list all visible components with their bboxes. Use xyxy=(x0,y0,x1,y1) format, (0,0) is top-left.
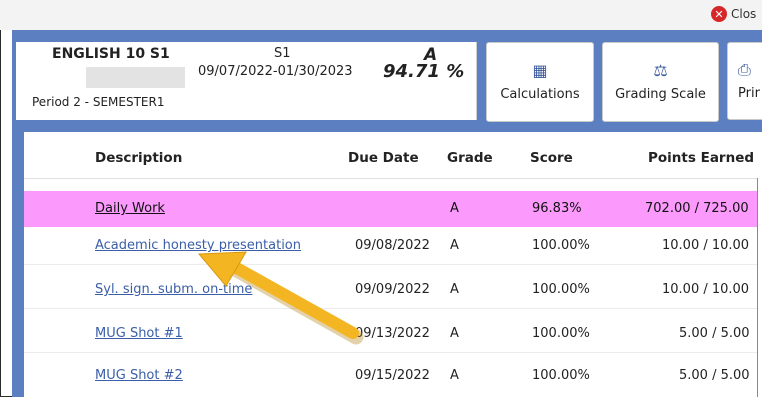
table-row-category: Daily Work A 96.83% 702.00 / 725.00 xyxy=(24,191,762,227)
header-score[interactable]: Score xyxy=(530,150,573,166)
row-description[interactable]: MUG Shot #1 xyxy=(95,326,183,341)
grading-scale-label: Grading Scale xyxy=(615,86,706,102)
calculator-icon: ▦ xyxy=(532,60,548,80)
row-divider xyxy=(24,352,762,353)
table-row: Academic honesty presentation 09/08/2022… xyxy=(24,228,762,264)
scrollbar[interactable] xyxy=(757,178,762,397)
row-grade: A xyxy=(450,238,459,253)
row-points: 10.00 / 10.00 xyxy=(662,238,750,253)
header-description[interactable]: Description xyxy=(95,150,182,166)
redacted-teacher-name xyxy=(86,67,185,88)
top-bar: ✕ Clos xyxy=(0,0,762,30)
header-grade[interactable]: Grade xyxy=(447,150,493,166)
grading-scale-button[interactable]: ⚖ Grading Scale xyxy=(602,42,719,122)
print-label: Prir xyxy=(738,85,760,101)
row-due-date: 09/09/2022 xyxy=(355,282,430,297)
period-label: Period 2 - SEMESTER1 xyxy=(32,95,165,109)
row-grade: A xyxy=(450,201,459,216)
table-row: Syl. sign. subm. on-time 09/09/2022 A 10… xyxy=(24,272,762,308)
header-points-earned[interactable]: Points Earned xyxy=(648,150,754,166)
row-score: 100.00% xyxy=(532,326,590,341)
row-due-date: 09/13/2022 xyxy=(355,326,430,341)
header-divider xyxy=(24,178,762,179)
row-points: 10.00 / 10.00 xyxy=(662,282,750,297)
table-row: MUG Shot #2 09/15/2022 A 100.00% 5.00 / … xyxy=(24,358,762,394)
row-score: 100.00% xyxy=(532,238,590,253)
row-due-date: 09/08/2022 xyxy=(355,238,430,253)
scale-icon: ⚖ xyxy=(653,60,668,80)
row-divider xyxy=(24,308,762,309)
row-description[interactable]: Syl. sign. subm. on-time xyxy=(95,282,252,297)
date-range: 09/07/2022-01/30/2023 xyxy=(198,64,353,79)
row-description[interactable]: Daily Work xyxy=(95,201,165,216)
course-term: S1 xyxy=(274,46,291,61)
grade-percent: 94.71 % xyxy=(383,61,465,82)
row-score: 96.83% xyxy=(532,201,582,216)
row-grade: A xyxy=(450,326,459,341)
calculations-button[interactable]: ▦ Calculations xyxy=(486,42,594,122)
row-grade: A xyxy=(450,368,459,383)
row-description[interactable]: MUG Shot #2 xyxy=(95,368,183,383)
row-description[interactable]: Academic honesty presentation xyxy=(95,238,301,253)
row-divider xyxy=(24,264,762,265)
row-points: 5.00 / 5.00 xyxy=(679,326,750,341)
calculations-label: Calculations xyxy=(500,86,580,102)
row-score: 100.00% xyxy=(532,282,590,297)
row-grade: A xyxy=(450,282,459,297)
header-due-date[interactable]: Due Date xyxy=(348,150,419,166)
printer-icon: ⎙ xyxy=(738,59,751,79)
row-due-date: 09/15/2022 xyxy=(355,368,430,383)
close-button[interactable]: ✕ Clos xyxy=(711,6,756,22)
row-points: 702.00 / 725.00 xyxy=(645,201,749,216)
row-points: 5.00 / 5.00 xyxy=(679,368,750,383)
close-icon: ✕ xyxy=(711,6,727,22)
print-button[interactable]: ⎙ Prir xyxy=(727,42,762,120)
close-label: Clos xyxy=(731,7,757,21)
table-row: MUG Shot #1 09/13/2022 A 100.00% 5.00 / … xyxy=(24,316,762,352)
row-score: 100.00% xyxy=(532,368,590,383)
course-name: ENGLISH 10 S1 xyxy=(52,46,170,62)
